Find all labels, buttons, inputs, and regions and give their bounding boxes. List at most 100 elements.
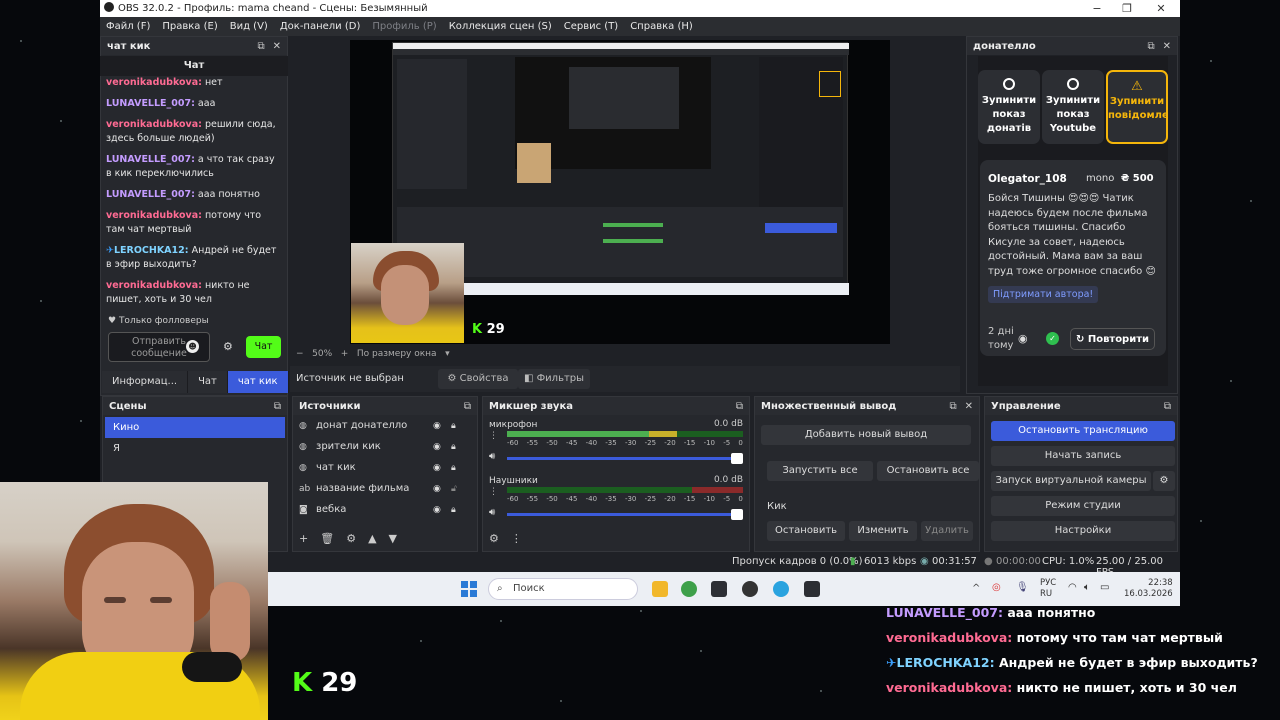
virtual-camera-gear-icon[interactable]: ⚙: [1153, 471, 1175, 491]
taskbar-clock[interactable]: 22:38 16.03.2026: [1124, 578, 1173, 600]
tray-app-icon[interactable]: ◎: [992, 582, 1001, 593]
support-author-link[interactable]: Підтримати автора!: [988, 286, 1099, 303]
send-chat-button[interactable]: Чат: [246, 336, 281, 358]
gear-icon[interactable]: ⚙: [346, 532, 356, 545]
menu-scene-collection[interactable]: Коллекция сцен (S): [449, 21, 552, 32]
start-virtual-camera-button[interactable]: Запуск виртуальной камеры: [991, 471, 1151, 491]
trash-icon[interactable]: 🗑︎: [320, 532, 334, 545]
volume-icon[interactable]: 🔈︎: [1084, 582, 1090, 593]
studio-mode-button[interactable]: Режим студии: [991, 496, 1175, 516]
undock-icon[interactable]: ⧉: [257, 41, 264, 52]
unlock-icon[interactable]: 🔓︎: [451, 484, 457, 494]
menu-tools[interactable]: Сервис (T): [564, 21, 618, 32]
app-icon[interactable]: [711, 581, 727, 597]
filters-button[interactable]: ◧ Фильтры: [518, 369, 590, 389]
source-item[interactable]: ◍ чат кик ◉ 🔒︎: [293, 457, 477, 478]
menu-dots-icon[interactable]: ⋮: [511, 532, 522, 545]
chat-username[interactable]: LUNAVELLE_007:: [106, 189, 195, 200]
chat-username[interactable]: veronikadubkova:: [106, 119, 202, 130]
menu-view[interactable]: Вид (V): [230, 21, 268, 32]
stop-output-button[interactable]: Остановить: [767, 521, 845, 541]
lock-icon[interactable]: 🔒︎: [451, 421, 456, 431]
source-item[interactable]: ◙ вебка ◉ 🔒︎: [293, 499, 477, 520]
chat-username[interactable]: LUNAVELLE_007:: [106, 98, 195, 109]
chat-message-list[interactable]: veronikadubkova: нет LUNAVELLE_007: ааа ve…: [106, 76, 282, 312]
chat-username[interactable]: LUNAVELLE_007:: [886, 605, 1003, 620]
lock-icon[interactable]: 🔒︎: [451, 442, 456, 452]
chat-username[interactable]: LEROCHKA12:: [114, 245, 189, 256]
eye-icon[interactable]: ◉: [433, 484, 441, 494]
wifi-icon[interactable]: ◠: [1068, 582, 1077, 593]
source-item[interactable]: ◍ зрители кик ◉ 🔒︎: [293, 436, 477, 457]
maximize-button[interactable]: ❐: [1112, 0, 1142, 17]
undock-icon[interactable]: ⧉: [464, 401, 471, 412]
properties-button[interactable]: ⚙ Свойства: [438, 369, 518, 389]
chat-username[interactable]: LEROCHKA12:: [896, 655, 994, 670]
close-dock-icon[interactable]: ✕: [273, 41, 281, 52]
undock-icon[interactable]: ⧉: [1147, 41, 1154, 52]
chat-username[interactable]: veronikadubkova:: [886, 680, 1012, 695]
eye-icon[interactable]: ◉: [433, 421, 441, 431]
stop-donations-button[interactable]: Зупинити показ донатів: [978, 70, 1040, 144]
eye-icon[interactable]: ◉: [1018, 332, 1028, 345]
stop-streaming-button[interactable]: Остановить трансляцию: [991, 421, 1175, 441]
menu-edit[interactable]: Правка (E): [162, 21, 217, 32]
stop-all-button[interactable]: Остановить все: [877, 461, 979, 481]
menu-dots-icon[interactable]: ⋮: [489, 431, 498, 441]
volume-slider[interactable]: [507, 509, 743, 520]
gear-icon[interactable]: ⚙: [489, 532, 499, 545]
tab-chat[interactable]: Чат: [188, 371, 228, 393]
lock-icon[interactable]: 🔒︎: [451, 505, 456, 515]
taskbar-search[interactable]: ⌕ Поиск: [488, 578, 638, 600]
chat-username[interactable]: veronikadubkova:: [106, 210, 202, 221]
chat-username[interactable]: veronikadubkova:: [886, 630, 1012, 645]
start-recording-button[interactable]: Начать запись: [991, 446, 1175, 466]
microphone-icon[interactable]: 🎙︎: [1016, 582, 1029, 593]
menu-help[interactable]: Справка (H): [630, 21, 693, 32]
windows-start-icon[interactable]: [461, 581, 477, 597]
undock-icon[interactable]: ⧉: [949, 401, 956, 412]
scene-item[interactable]: Я: [105, 438, 285, 459]
chrome-icon[interactable]: [681, 581, 697, 597]
terminal-icon[interactable]: [804, 581, 820, 597]
speaker-icon[interactable]: 🔊︎: [489, 451, 495, 462]
delete-output-button[interactable]: Удалить: [921, 521, 973, 541]
close-window-button[interactable]: ✕: [1146, 0, 1176, 17]
tab-kick-chat[interactable]: чат кик: [227, 371, 289, 393]
chat-username[interactable]: LUNAVELLE_007:: [106, 154, 195, 165]
add-output-button[interactable]: Добавить новый вывод: [761, 425, 971, 445]
undock-icon[interactable]: ⧉: [274, 401, 281, 412]
minimize-button[interactable]: −: [1082, 0, 1112, 17]
down-arrow-icon[interactable]: ▼: [389, 532, 397, 545]
chat-username[interactable]: veronikadubkova:: [106, 77, 202, 88]
battery-icon[interactable]: ▭: [1100, 582, 1109, 593]
stop-messages-button[interactable]: ⚠Зупинити повідомлення: [1106, 70, 1168, 144]
menu-dots-icon[interactable]: ⋮: [489, 487, 498, 497]
obs-taskbar-icon[interactable]: [742, 581, 758, 597]
telegram-icon[interactable]: [773, 581, 789, 597]
volume-slider[interactable]: [507, 453, 743, 464]
preview-zoom-bar[interactable]: − 50% + По размеру окна ▾: [296, 349, 450, 359]
check-icon[interactable]: ✓: [1046, 332, 1059, 345]
emoji-icon[interactable]: ☻: [186, 340, 199, 353]
tray-chevron-icon[interactable]: ^: [972, 583, 980, 594]
undock-icon[interactable]: ⧉: [1164, 401, 1171, 412]
start-all-button[interactable]: Запустить все: [767, 461, 873, 481]
file-explorer-icon[interactable]: [652, 581, 668, 597]
eye-icon[interactable]: ◉: [433, 463, 441, 473]
stop-youtube-button[interactable]: Зупинити показ Youtube: [1042, 70, 1104, 144]
undock-icon[interactable]: ⧉: [736, 401, 743, 412]
chat-username[interactable]: veronikadubkova:: [106, 280, 202, 291]
add-icon[interactable]: +: [299, 532, 308, 545]
scene-item[interactable]: Кино: [105, 417, 285, 438]
menu-file[interactable]: Файл (F): [106, 21, 150, 32]
menu-docks[interactable]: Док-панели (D): [280, 21, 361, 32]
edit-output-button[interactable]: Изменить: [849, 521, 917, 541]
settings-button[interactable]: Настройки: [991, 521, 1175, 541]
eye-icon[interactable]: ◉: [433, 505, 441, 515]
tab-info[interactable]: Информац...: [102, 371, 189, 393]
lock-icon[interactable]: 🔒︎: [451, 463, 456, 473]
up-arrow-icon[interactable]: ▲: [368, 532, 376, 545]
eye-icon[interactable]: ◉: [433, 442, 441, 452]
source-item[interactable]: ◍ донат донателло ◉ 🔒︎: [293, 415, 477, 436]
